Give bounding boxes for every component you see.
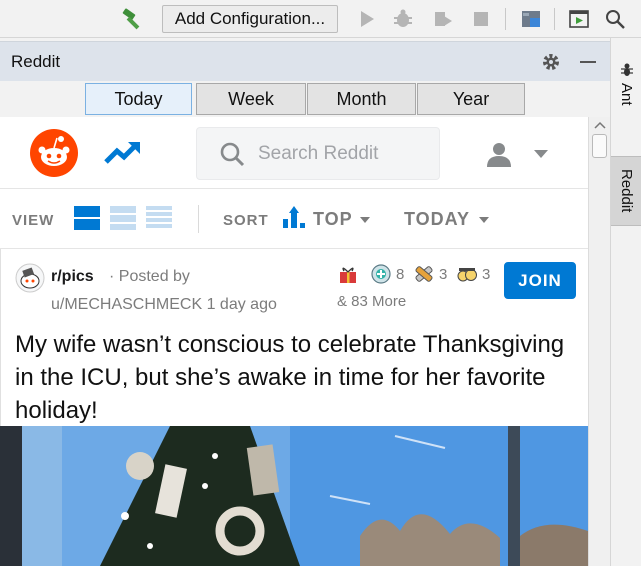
coverage-icon[interactable] [432,8,454,30]
tool-window-header: Reddit [0,41,610,81]
tab-year[interactable]: Year [417,83,525,115]
post-image[interactable] [0,426,588,566]
tool-window-title: Reddit [11,52,61,71]
time-range-dropdown[interactable]: TODAY [404,209,470,230]
posted-by-label: · Posted by [109,268,190,285]
minimize-icon[interactable] [580,61,596,63]
side-tab-ant-label: Ant [618,82,635,106]
post-title[interactable]: My wife wasn’t conscious to celebrate Th… [15,328,575,427]
reddit-webview: Search Reddit VIEW SORT TOP TODAY r/pics… [0,117,588,566]
search-placeholder: Search Reddit [258,143,379,164]
run-window-icon[interactable] [568,8,590,30]
run-icon[interactable] [356,8,378,30]
join-button[interactable]: JOIN [504,262,576,299]
award-count: 3 [482,266,491,283]
chevron-down-icon[interactable] [479,217,489,223]
tab-month[interactable]: Month [307,83,416,115]
right-tool-strip: Ant Reddit [610,38,641,566]
side-tab-reddit-label: Reddit [618,169,635,213]
compact-view-icon[interactable] [146,205,172,231]
scrollbar-thumb[interactable] [592,134,607,158]
divider [198,205,199,233]
tab-week[interactable]: Week [196,83,306,115]
award-silver-icon [415,266,433,282]
award-wholesome-icon [457,268,477,282]
vertical-scrollbar[interactable] [588,117,610,566]
sort-label: SORT [223,212,269,229]
subreddit-link[interactable]: r/pics [51,268,94,286]
award-count: 3 [439,266,448,283]
build-hammer-icon[interactable] [120,7,144,31]
ide-window: Add Configuration... Reddit Today Week M… [0,0,641,566]
awards-more-link[interactable]: & 83 More [337,293,406,310]
award-helpful-icon [371,264,391,284]
view-label: VIEW [12,212,55,229]
side-tab-ant[interactable]: Ant [611,48,641,118]
chevron-down-icon[interactable] [360,217,370,223]
classic-view-icon[interactable] [110,205,136,231]
awards-row[interactable]: 8 3 3 [337,263,497,287]
top-sort-icon[interactable] [282,205,306,229]
reddit-header: Search Reddit [0,117,588,189]
search-icon[interactable] [604,8,626,30]
search-icon [220,142,245,167]
add-configuration-button[interactable]: Add Configuration... [162,5,338,33]
debug-icon[interactable] [392,8,414,30]
chevron-down-icon[interactable] [534,150,548,158]
card-view-icon[interactable] [74,205,100,231]
tab-today[interactable]: Today [85,83,192,115]
sort-dropdown[interactable]: TOP [313,209,353,230]
period-tabs: Today Week Month Year [0,81,610,117]
side-tab-reddit[interactable]: Reddit [611,156,641,226]
ide-toolbar: Add Configuration... [0,0,641,38]
scroll-up-arrow-icon[interactable] [594,120,606,130]
user-icon[interactable] [486,141,512,167]
toolbar-separator [505,8,506,30]
toolbar-separator [554,8,555,30]
subreddit-avatar-icon[interactable] [15,263,45,293]
award-gift-icon [340,267,356,283]
reddit-logo-icon[interactable] [30,129,78,177]
reddit-search-input[interactable]: Search Reddit [196,127,440,180]
gear-icon[interactable] [540,51,562,73]
trending-icon[interactable] [104,140,142,166]
award-count: 8 [396,266,405,283]
stop-icon[interactable] [470,8,492,30]
project-structure-icon[interactable] [520,8,542,30]
ant-icon [620,63,633,76]
view-sort-bar: VIEW SORT TOP TODAY [0,189,588,249]
post-author-line[interactable]: u/MECHASCHMECK 1 day ago [51,296,277,314]
